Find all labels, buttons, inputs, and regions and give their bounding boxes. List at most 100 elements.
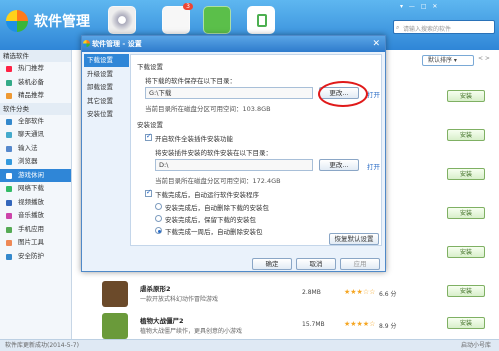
save-dir-label: 将下载的软件保存在以下目录： bbox=[145, 77, 236, 85]
chat-icon bbox=[6, 132, 12, 138]
upgrade-icon[interactable]: 3 bbox=[162, 3, 193, 34]
sidebar-item-security[interactable]: 安全防护 bbox=[0, 250, 71, 264]
install-button[interactable]: 安装 bbox=[447, 317, 485, 329]
close-icon[interactable]: ✕ bbox=[372, 36, 380, 52]
save-space-text: 当前目录所在磁盘分区可用空间：103.8GB bbox=[145, 105, 271, 113]
open-save-dir-link[interactable]: 打开 bbox=[367, 89, 380, 99]
dialog-tab-upgrade[interactable]: 升级设置 bbox=[84, 68, 129, 81]
status-text: 软件库更新成功(2014-5-7) bbox=[5, 342, 79, 349]
delete-after-install-label: 安装完成后，自动删除下载的安装包 bbox=[165, 204, 269, 212]
plugin-check-label: 开启软件全装插件安装功能 bbox=[155, 135, 233, 143]
dialog-title: 软件管理 - 设置 bbox=[92, 40, 142, 48]
fire-icon bbox=[6, 66, 12, 72]
status-right-link[interactable]: 启动小号库 bbox=[461, 340, 491, 351]
keep-package-label: 安装完成后，保留下载的安装包 bbox=[165, 216, 256, 224]
upgrade-badge: 3 bbox=[183, 3, 193, 10]
sidebar-item-chat[interactable]: 聊天通讯 bbox=[0, 128, 71, 142]
sidebar-item-all[interactable]: 全部软件 bbox=[0, 115, 71, 129]
download-icon bbox=[6, 186, 12, 192]
app-size: 15.7MB bbox=[302, 321, 325, 328]
essential-icon bbox=[6, 79, 12, 86]
install-section-title: 安装设置 bbox=[137, 121, 163, 129]
sidebar-item-label: 聊天通讯 bbox=[18, 130, 44, 138]
image-icon bbox=[6, 240, 12, 246]
app-thumbnail bbox=[102, 281, 128, 307]
disc-icon[interactable] bbox=[108, 6, 136, 34]
install-button[interactable]: 安装 bbox=[447, 207, 485, 219]
auto-run-label: 下载完成后，自动运行软件安装程序 bbox=[155, 191, 259, 199]
delete-after-week-radio[interactable] bbox=[155, 227, 162, 234]
app-name: 植物大战僵尸2 bbox=[140, 317, 184, 325]
search-input[interactable]: ⌕ 请输入搜索的软件 bbox=[393, 20, 495, 34]
sidebar-item-label: 视频播放 bbox=[18, 197, 44, 206]
sidebar-item-label: 输入法 bbox=[18, 143, 38, 152]
sidebar-item-mobile[interactable]: 手机应用 bbox=[0, 223, 71, 237]
uninstall-icon[interactable] bbox=[203, 6, 231, 34]
sidebar-item-label: 安全防护 bbox=[18, 251, 44, 260]
sidebar-item-ime[interactable]: 输入法 bbox=[0, 142, 71, 156]
sidebar-item-picks[interactable]: 精品推荐 bbox=[0, 89, 71, 103]
sidebar-item-label: 手机应用 bbox=[18, 224, 44, 233]
phone-shape-icon bbox=[257, 14, 267, 27]
open-plugin-dir-link[interactable]: 打开 bbox=[367, 161, 380, 171]
phone-icon[interactable] bbox=[247, 6, 275, 34]
rating-stars-icon: ★★★☆☆ bbox=[344, 288, 376, 296]
install-button[interactable]: 安装 bbox=[447, 129, 485, 141]
install-button[interactable]: 安装 bbox=[447, 90, 485, 102]
search-icon: ⌕ bbox=[396, 24, 400, 31]
install-button[interactable]: 安装 bbox=[447, 168, 485, 180]
ok-button[interactable]: 确定 bbox=[252, 258, 292, 270]
pager-arrows[interactable]: < > bbox=[478, 55, 490, 62]
music-icon bbox=[6, 213, 12, 219]
plugin-dir-label: 将安装插件安装的软件安装在以下目录： bbox=[155, 149, 272, 157]
sidebar-item-hot[interactable]: 热门推荐 bbox=[0, 62, 71, 76]
save-path-field[interactable]: G:\下载 bbox=[145, 87, 313, 99]
app-score: 8.9 分 bbox=[379, 323, 397, 330]
dialog-tab-install-location[interactable]: 安装位置 bbox=[84, 108, 129, 121]
window-controls[interactable]: ▾ — □ ✕ bbox=[400, 3, 439, 10]
download-section-title: 下载设置 bbox=[137, 63, 163, 71]
delete-after-week-label: 下载完成一周后，自动删除安装包 bbox=[165, 228, 263, 236]
dialog-tab-uninstall[interactable]: 卸载设置 bbox=[84, 81, 129, 94]
sidebar-item-label: 精品推荐 bbox=[18, 91, 44, 99]
sidebar-item-label: 浏览器 bbox=[18, 157, 38, 165]
highlight-annotation bbox=[318, 81, 368, 107]
status-bar: 软件库更新成功(2014-5-7) 启动小号库 bbox=[0, 339, 499, 351]
app-desc: 植物大战僵尸续作，更具创意的小游戏 bbox=[140, 328, 243, 335]
sidebar-item-label: 图片工具 bbox=[18, 238, 44, 246]
app-score: 6.6 分 bbox=[379, 291, 397, 298]
list-item[interactable]: 虐杀原形2 一款开放式科幻动作冒险游戏 2.8MB ★★★☆☆ 6.6 分 bbox=[102, 281, 402, 311]
sidebar-item-games[interactable]: 游戏休闲 bbox=[0, 168, 71, 182]
app-title: 软件管理 bbox=[34, 14, 90, 30]
app-logo-icon bbox=[6, 10, 28, 32]
install-button[interactable]: 安装 bbox=[447, 246, 485, 258]
install-button[interactable]: 安装 bbox=[447, 285, 485, 297]
cancel-button[interactable]: 取消 bbox=[296, 258, 336, 270]
restore-defaults-button[interactable]: 恢复默认设置 bbox=[329, 233, 379, 245]
sort-dropdown[interactable]: 默认排序 ▾ bbox=[422, 55, 474, 66]
gamepad-icon bbox=[6, 172, 12, 179]
sidebar-item-label: 游戏休闲 bbox=[18, 170, 44, 179]
sidebar-item-essential[interactable]: 装机必备 bbox=[0, 76, 71, 90]
apply-button[interactable]: 应用 bbox=[340, 258, 380, 270]
sidebar-item-image[interactable]: 图片工具 bbox=[0, 236, 71, 250]
app-thumbnail bbox=[102, 313, 128, 339]
keep-package-radio[interactable] bbox=[155, 215, 162, 222]
star-icon bbox=[6, 93, 12, 99]
shield-icon bbox=[6, 253, 12, 260]
auto-run-checkbox[interactable] bbox=[145, 188, 152, 197]
sidebar-section-featured: 精选软件 bbox=[0, 50, 71, 62]
dialog-tab-other[interactable]: 其它设置 bbox=[84, 95, 129, 108]
plugin-path-field[interactable]: D:\ bbox=[155, 159, 313, 171]
delete-after-install-radio[interactable] bbox=[155, 203, 162, 210]
sidebar-item-label: 热门推荐 bbox=[18, 64, 44, 72]
dialog-tab-download[interactable]: 下载设置 bbox=[84, 54, 129, 67]
change-plugin-dir-button[interactable]: 更改... bbox=[319, 159, 359, 171]
plugin-checkbox[interactable] bbox=[145, 132, 152, 141]
sidebar-item-label: 装机必备 bbox=[18, 77, 44, 86]
sidebar-item-music[interactable]: 音乐播放 bbox=[0, 209, 71, 223]
app-window: 软件管理 3 ▾ — □ ✕ ⌕ 请输入搜索的软件 精选软件 热门推荐 装机必备… bbox=[0, 0, 499, 351]
sidebar-item-download[interactable]: 网络下载 bbox=[0, 182, 71, 196]
sidebar-item-browser[interactable]: 浏览器 bbox=[0, 155, 71, 169]
sidebar-item-video[interactable]: 视频播放 bbox=[0, 196, 71, 210]
